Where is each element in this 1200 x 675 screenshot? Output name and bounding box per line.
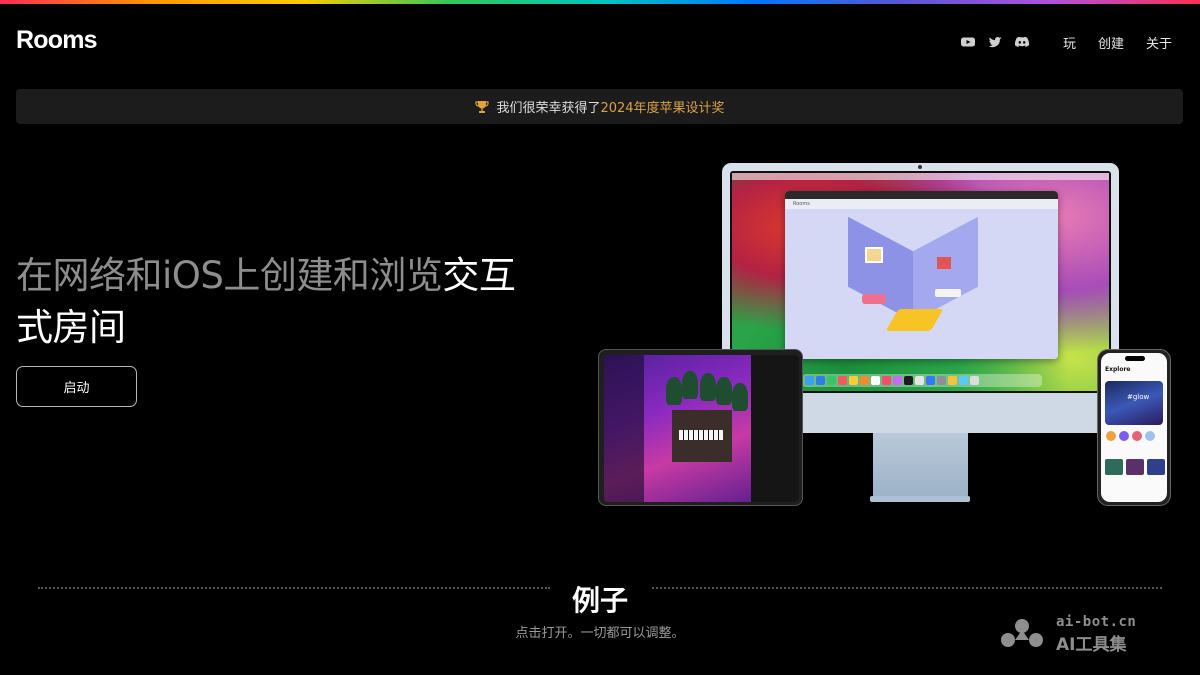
hero-title: 在网络和iOS上创建和浏览交互式房间 — [16, 250, 596, 354]
discord-icon[interactable] — [1014, 34, 1030, 50]
iphone-avatar — [1132, 431, 1142, 441]
room-picture — [865, 247, 883, 263]
rooms-app-window: Rooms — [785, 191, 1058, 359]
imac-stand — [873, 433, 968, 499]
ipad-tree — [666, 377, 682, 405]
ipad-screen — [604, 355, 799, 502]
iphone-thumb — [1147, 459, 1165, 475]
nav-link-create[interactable]: 创建 — [1098, 33, 1124, 52]
room-rug — [885, 309, 944, 331]
macos-menubar — [732, 173, 1109, 180]
room-red-art — [937, 257, 951, 269]
iphone-screen: Explore #glow — [1101, 353, 1167, 502]
app-header: Rooms — [785, 199, 1058, 209]
imac-stand-foot — [870, 496, 970, 502]
room-sofa — [862, 294, 886, 304]
room-desk — [935, 289, 961, 297]
youtube-icon[interactable] — [960, 34, 976, 50]
room-canvas — [785, 209, 1058, 359]
rooms-logo[interactable]: Rooms — [16, 26, 98, 55]
trophy-icon — [475, 100, 490, 113]
iphone-featured-card: #glow — [1105, 381, 1163, 425]
hero-title-bright-2: 式房间 — [16, 306, 126, 349]
iphone-device-image: Explore #glow — [1097, 349, 1171, 506]
macos-dock — [802, 374, 1042, 387]
watermark: ai-bot.cn AI工具集 — [996, 613, 1176, 655]
room-wall-left — [848, 216, 913, 322]
browser-tabbar — [785, 191, 1058, 199]
ipad-tree — [716, 377, 732, 405]
ipad-piano — [679, 430, 723, 440]
hero-title-dim: 在网络和iOS上创建和浏览 — [16, 254, 443, 297]
ipad-inspector-panel — [751, 355, 799, 502]
watermark-name: AI工具集 — [1056, 634, 1127, 655]
iphone-notch — [1125, 356, 1145, 361]
banner-text: 我们很荣幸获得了 — [496, 101, 601, 116]
room-wall-right — [913, 216, 978, 322]
award-banner[interactable]: 我们很荣幸获得了 2024年度苹果设计奖 — [16, 89, 1183, 124]
ipad-tree — [700, 373, 716, 401]
top-nav: 玩 创建 关于 — [960, 32, 1172, 52]
watermark-logo-icon — [1001, 619, 1043, 647]
nav-link-play[interactable]: 玩 — [1063, 33, 1076, 52]
launch-button[interactable]: 启动 — [16, 366, 137, 407]
iphone-avatar — [1106, 431, 1116, 441]
ipad-tree — [732, 383, 748, 411]
iphone-card-text: #glow — [1127, 393, 1150, 401]
rainbow-top-bar — [0, 0, 1200, 4]
imac-camera — [918, 165, 922, 169]
ipad-tree — [682, 371, 698, 399]
ipad-device-image — [598, 349, 803, 506]
iphone-avatar — [1119, 431, 1129, 441]
watermark-domain: ai-bot.cn — [1056, 613, 1137, 630]
iphone-thumb — [1126, 459, 1144, 475]
nav-link-about[interactable]: 关于 — [1146, 33, 1172, 52]
iphone-explore-title: Explore — [1105, 366, 1131, 373]
iphone-avatar — [1145, 431, 1155, 441]
twitter-icon[interactable] — [987, 34, 1003, 50]
hero-title-bright-1: 交互 — [442, 254, 516, 297]
banner-highlight: 2024年度苹果设计奖 — [600, 101, 725, 116]
ipad-left-panel — [604, 355, 644, 502]
iphone-thumb — [1105, 459, 1123, 475]
